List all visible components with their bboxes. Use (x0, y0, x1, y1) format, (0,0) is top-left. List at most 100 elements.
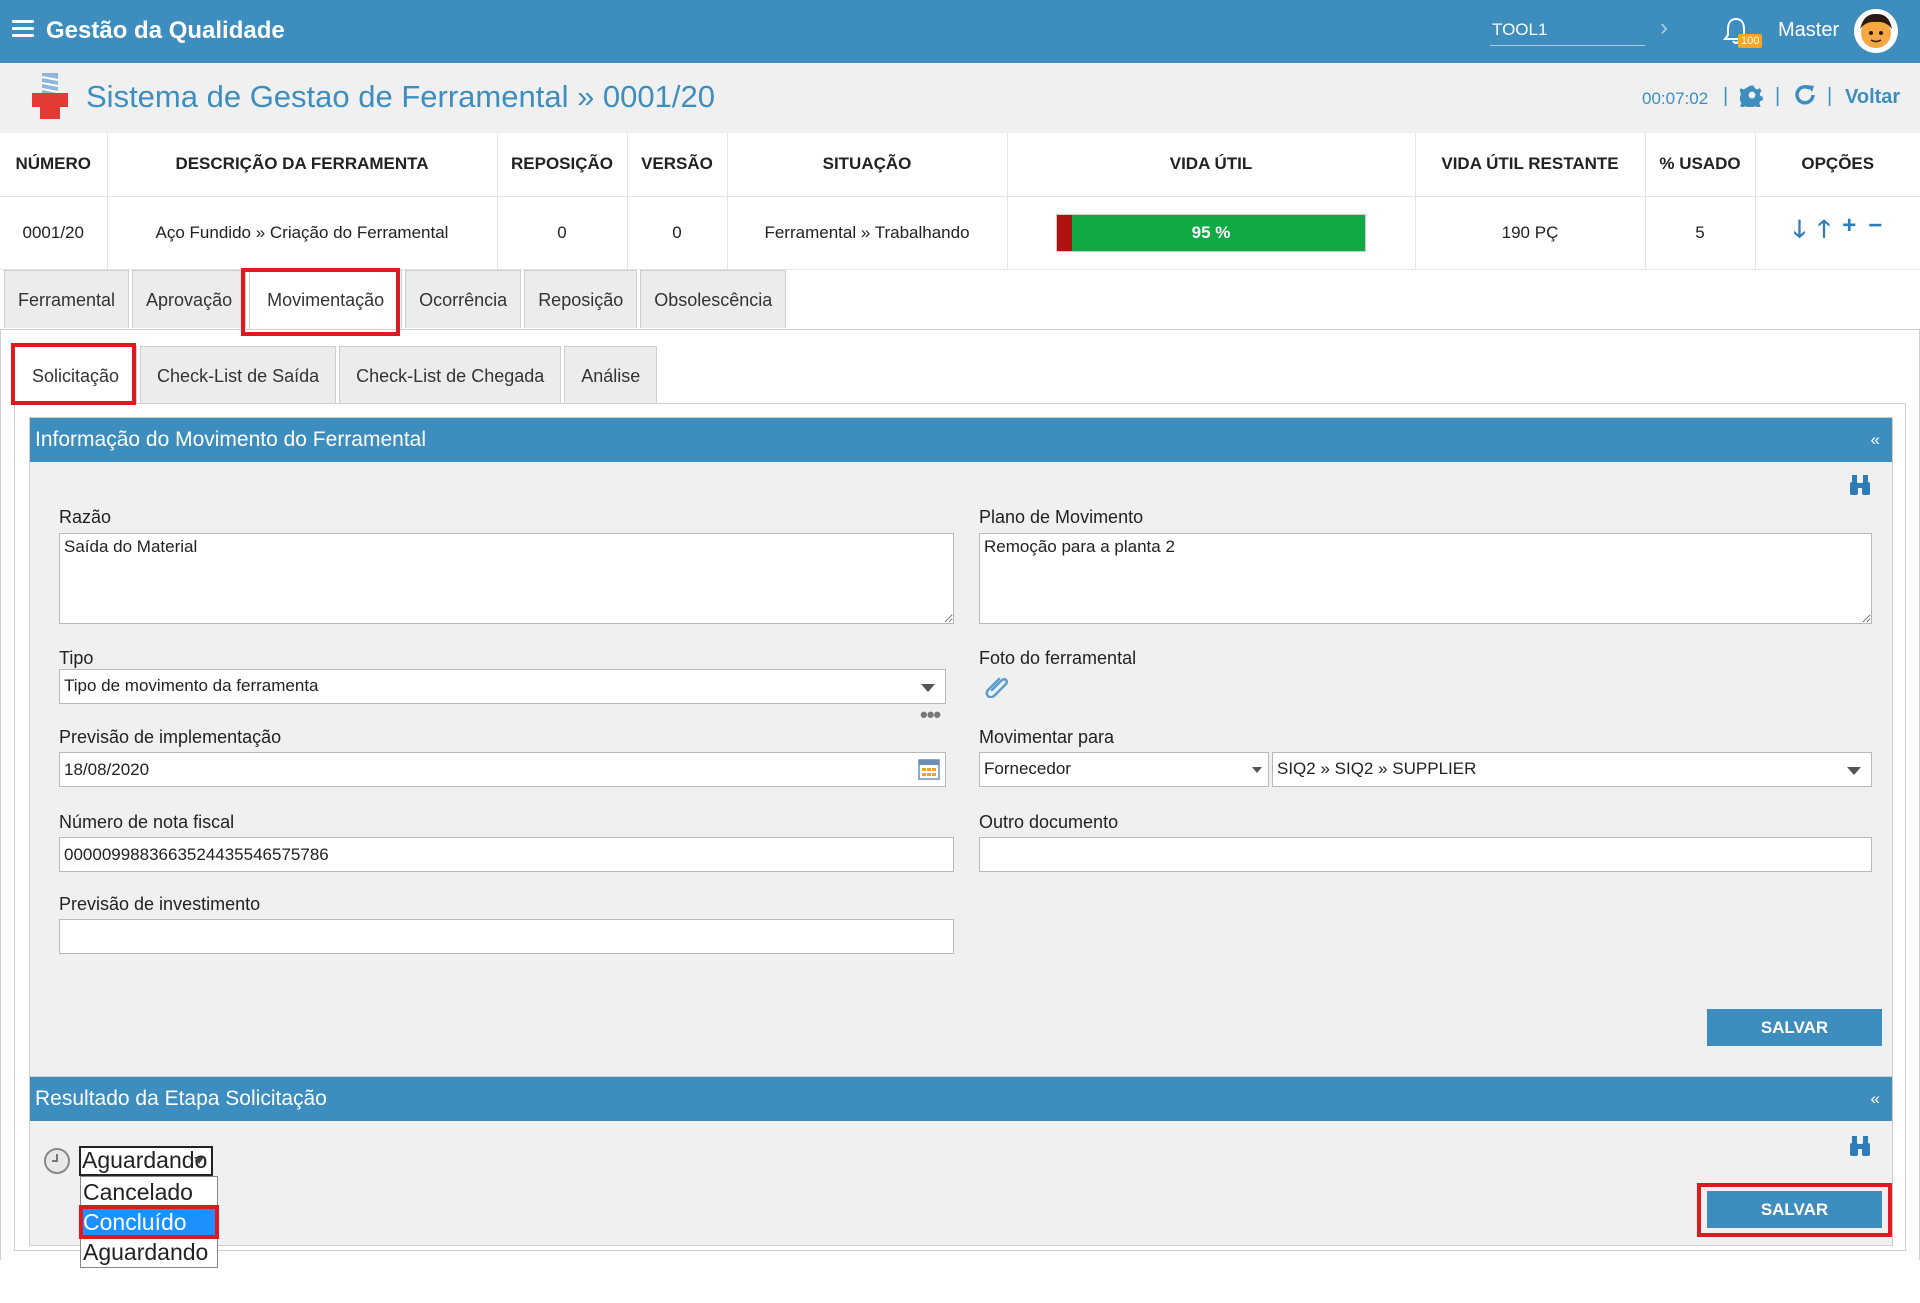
section-header: Informação do Movimento do Ferramental « (30, 418, 1892, 462)
invoice-number-input[interactable] (59, 837, 954, 872)
movement-plan-label: Plano de Movimento (979, 507, 1144, 527)
move-to-target-select[interactable]: SIQ2 » SIQ2 » SUPPLIER (1272, 752, 1872, 787)
tab-ocorrencia[interactable]: Ocorrência (405, 270, 522, 328)
column-header: SITUAÇÃO (727, 133, 1008, 197)
chevron-down-icon (194, 1157, 204, 1164)
investment-forecast-input[interactable] (59, 919, 954, 954)
type-select-value: Tipo de movimento da ferramenta (64, 676, 319, 695)
move-to-label: Movimentar para (979, 727, 1115, 747)
plus-icon[interactable]: + (1842, 212, 1856, 253)
reason-textarea[interactable]: Saída do Material (59, 533, 954, 624)
avatar[interactable] (1854, 9, 1898, 53)
divider: | (1827, 85, 1833, 107)
reason-label: Razão (59, 507, 112, 527)
user-name[interactable]: Master (1778, 19, 1839, 42)
type-select[interactable]: Tipo de movimento da ferramenta (59, 669, 946, 704)
investment-forecast-label: Previsão de investimento (59, 894, 261, 914)
binoculars-icon[interactable] (1848, 474, 1872, 496)
save-result-button[interactable]: SALVAR (1707, 1191, 1882, 1228)
top-bar: Gestão da Qualidade › 100 Master (0, 0, 1920, 63)
step-result-section: Resultado da Etapa Solicitação « (29, 1076, 1893, 1246)
page-header: Sistema de Gestao de Ferramental » 0001/… (0, 63, 1920, 133)
column-header: VIDA ÚTIL (1007, 133, 1416, 197)
move-to-type-value: Fornecedor (984, 759, 1071, 778)
move-to-type-select[interactable]: Fornecedor (979, 752, 1269, 787)
type-label: Tipo (59, 648, 94, 668)
move-to-target-value: SIQ2 » SIQ2 » SUPPLIER (1277, 759, 1477, 778)
column-header: VERSÃO (627, 133, 728, 197)
tool-summary-table: NÚMERO DESCRIÇÃO DA FERRAMENTA REPOSIÇÃO… (0, 133, 1920, 270)
app-title: Gestão da Qualidade (46, 17, 285, 44)
hamburger-menu-icon[interactable] (12, 20, 34, 38)
other-document-input[interactable] (979, 837, 1872, 872)
column-header: % USADO (1645, 133, 1756, 197)
back-link[interactable]: Voltar (1845, 86, 1900, 109)
session-timer: 00:07:02 (1642, 89, 1709, 108)
collapse-icon[interactable]: « (1871, 418, 1880, 462)
life-progress-bar: 95 % (1056, 213, 1366, 252)
life-cell: 95 % (1007, 196, 1416, 270)
invoice-number-label: Número de nota fiscal (59, 812, 235, 832)
status-option-concluido[interactable]: Concluído (81, 1207, 217, 1237)
version-value: 0 (627, 196, 728, 270)
tab-reposicao[interactable]: Reposição (524, 270, 638, 328)
arrow-up-icon[interactable]: 🡑 (1818, 212, 1830, 253)
save-button[interactable]: SALVAR (1707, 1009, 1882, 1046)
tab-ferramental[interactable]: Ferramental (4, 270, 130, 328)
arrow-down-icon[interactable]: 🡓 (1793, 212, 1805, 253)
column-header: NÚMERO (0, 133, 108, 197)
notification-badge: 100 (1738, 34, 1763, 48)
calendar-icon[interactable] (918, 758, 940, 780)
status-select-value: Aguardando (82, 1147, 208, 1173)
tool-description: Aço Fundido » Criação do Ferramental (107, 196, 498, 270)
binoculars-icon[interactable] (1848, 1135, 1872, 1157)
more-options-icon[interactable]: ••• (920, 702, 941, 728)
status-select[interactable]: Aguardando (79, 1146, 213, 1176)
subtab-solicitacao[interactable]: Solicitação (14, 346, 138, 404)
replacement-count: 0 (497, 196, 628, 270)
tool-number: 0001/20 (0, 196, 108, 270)
section-header: Resultado da Etapa Solicitação « (30, 1077, 1892, 1121)
subtab-checklist-chegada[interactable]: Check-List de Chegada (339, 346, 562, 404)
paperclip-icon[interactable] (984, 672, 1010, 698)
options-cell: 🡓 🡑 + − (1755, 196, 1920, 270)
clock-icon (44, 1148, 70, 1174)
divider: | (1723, 85, 1729, 107)
chevron-down-icon (1252, 767, 1262, 773)
gear-icon[interactable] (1740, 83, 1764, 107)
status-option-aguardando[interactable]: Aguardando (81, 1237, 217, 1267)
page-title: Sistema de Gestao de Ferramental » 0001/… (86, 79, 715, 114)
percent-used: 5 (1645, 196, 1756, 270)
photo-label: Foto do ferramental (979, 648, 1137, 668)
movement-plan-textarea[interactable]: Remoção para a planta 2 (979, 533, 1872, 624)
life-percent-label: 95 % (1191, 222, 1231, 242)
refresh-icon[interactable] (1793, 83, 1817, 107)
table-row: 0001/20 Aço Fundido » Criação do Ferrame… (0, 196, 1920, 270)
tab-obsolescencia[interactable]: Obsolescência (640, 270, 787, 328)
subtab-analise[interactable]: Análise (564, 346, 658, 404)
other-document-label: Outro documento (979, 812, 1119, 832)
sub-tabs: Solicitação Check-List de Saída Check-Li… (14, 346, 660, 404)
subtab-checklist-saida[interactable]: Check-List de Saída (140, 346, 337, 404)
movement-info-section: Informação do Movimento do Ferramental « (29, 417, 1893, 1077)
column-header: VIDA ÚTIL RESTANTE (1415, 133, 1646, 197)
minus-icon[interactable]: − (1868, 212, 1882, 253)
implementation-date-input[interactable] (59, 752, 946, 787)
chevron-down-icon (921, 684, 935, 692)
remaining-life: 190 PÇ (1415, 196, 1646, 270)
section-title: Informação do Movimento do Ferramental (35, 428, 427, 451)
tab-movimentacao[interactable]: Movimentação (249, 270, 403, 330)
chevron-down-icon (1847, 767, 1861, 775)
tool-logo-icon (32, 73, 68, 119)
divider: | (1775, 85, 1781, 107)
status-option-cancelado[interactable]: Cancelado (81, 1177, 217, 1207)
tool-search-input[interactable] (1490, 14, 1645, 46)
main-tabs: Ferramental Aprovação Movimentação Ocorr… (4, 270, 789, 330)
column-header: OPÇÕES (1755, 133, 1920, 197)
chevron-right-icon[interactable]: › (1660, 14, 1668, 42)
collapse-icon[interactable]: « (1871, 1077, 1880, 1121)
status-dropdown-list: Cancelado Concluído Aguardando (80, 1176, 218, 1268)
implementation-date-label: Previsão de implementação (59, 727, 282, 747)
column-header: REPOSIÇÃO (497, 133, 628, 197)
tab-aprovacao[interactable]: Aprovação (132, 270, 247, 328)
